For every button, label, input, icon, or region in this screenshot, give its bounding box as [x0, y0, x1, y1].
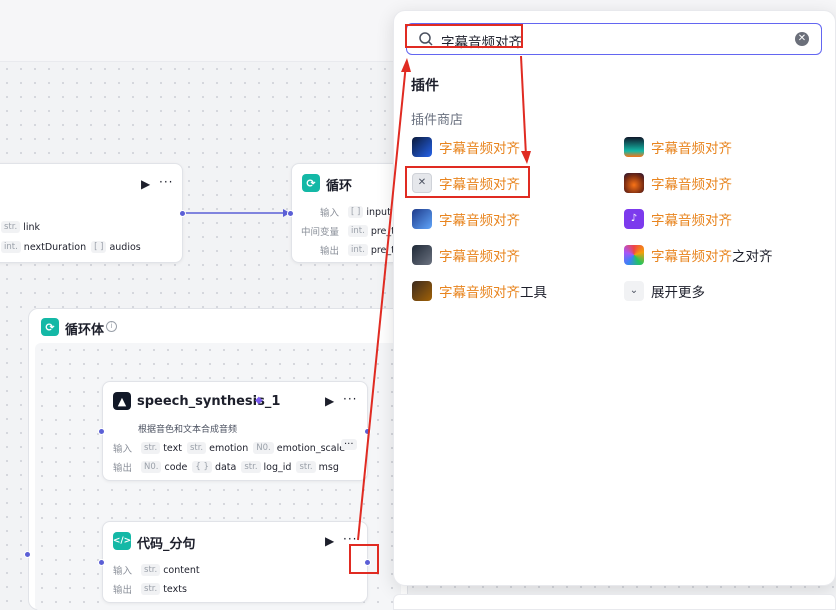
annotation-arrows [357, 55, 531, 541]
